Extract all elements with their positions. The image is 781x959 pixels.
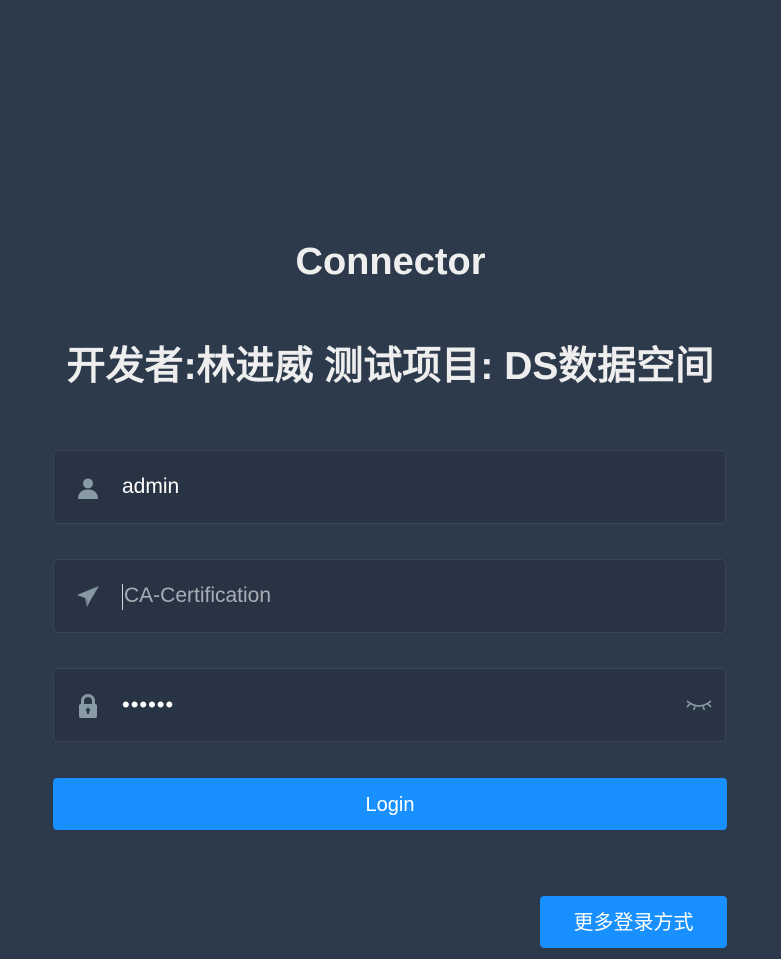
login-page: Connector 开发者:林进威 测试项目: DS数据空间 admin CA-… (0, 0, 781, 959)
more-login-options-button[interactable]: 更多登录方式 (540, 896, 727, 948)
paper-plane-icon (76, 585, 100, 609)
certification-placeholder[interactable]: CA-Certification (124, 560, 271, 632)
password-field[interactable]: •••••• (53, 668, 726, 742)
page-title: Connector (295, 241, 486, 283)
username-value[interactable]: admin (122, 451, 179, 523)
page-subtitle: 开发者:林进威 测试项目: DS数据空间 (66, 345, 715, 388)
certification-field[interactable]: CA-Certification (53, 559, 726, 633)
user-icon (76, 476, 100, 500)
password-value[interactable]: •••••• (122, 669, 174, 741)
login-button[interactable]: Login (53, 778, 727, 830)
eye-closed-icon[interactable] (685, 695, 713, 715)
text-caret (122, 584, 123, 610)
lock-icon (76, 694, 100, 718)
username-field[interactable]: admin (53, 450, 726, 524)
